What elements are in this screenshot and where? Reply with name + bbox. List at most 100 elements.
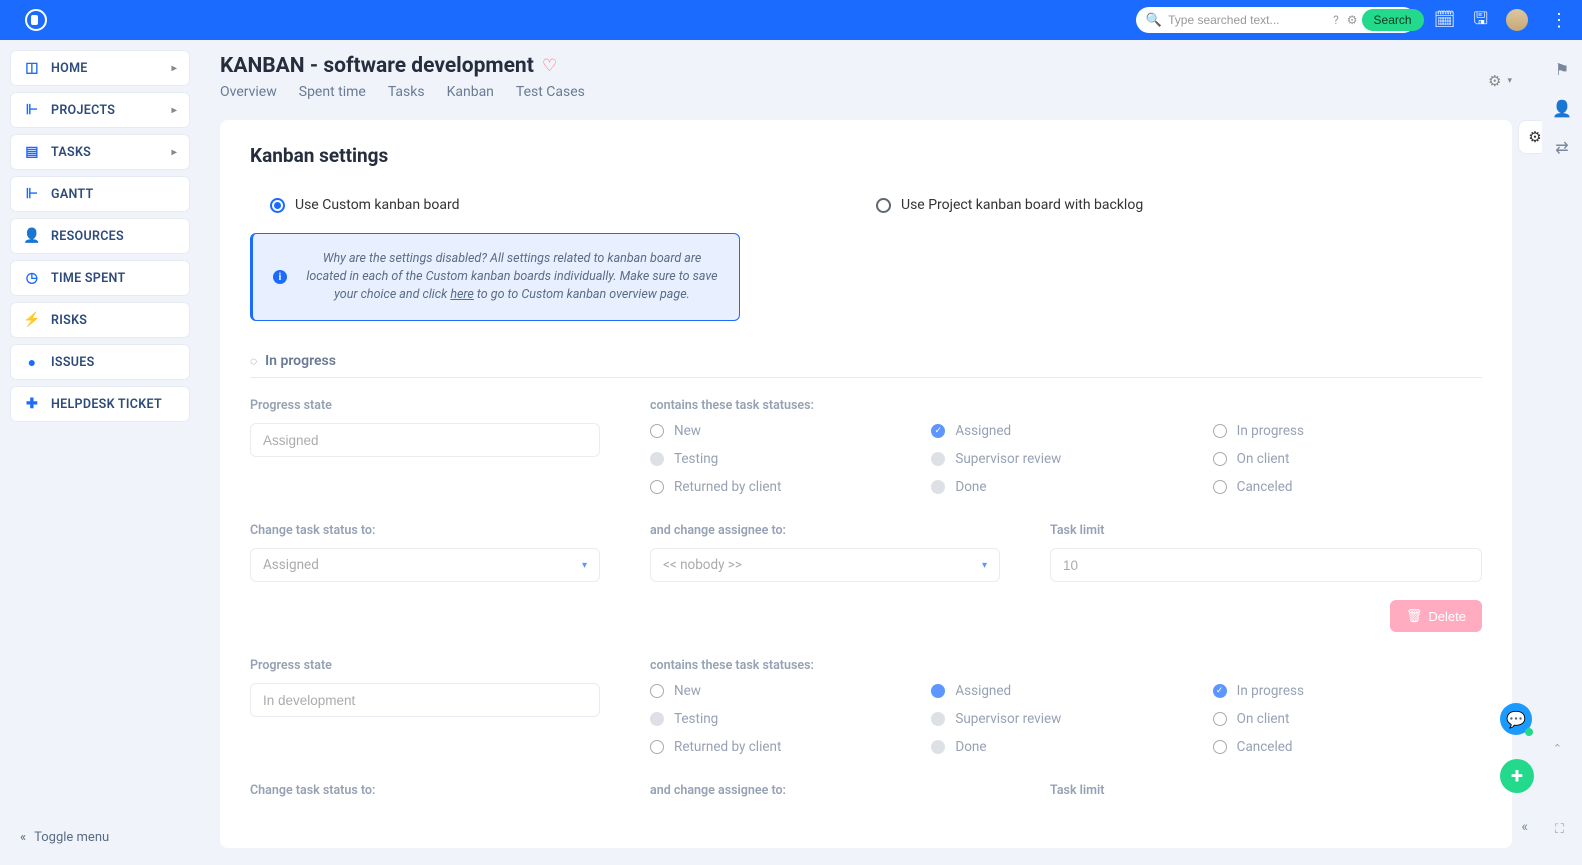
delete-row-1: 🗑 Delete: [250, 600, 1482, 632]
nav-icon: ⊩: [23, 186, 41, 202]
chevron-down-icon: ▾: [1507, 76, 1512, 86]
flag-icon[interactable]: ⚑: [1555, 60, 1569, 79]
status-option-assigned[interactable]: ✓ Assigned: [931, 423, 1200, 439]
status-option-done[interactable]: Done: [931, 739, 1200, 755]
tab-tasks[interactable]: Tasks: [388, 84, 425, 100]
status-option-testing[interactable]: Testing: [650, 711, 919, 727]
delete-button[interactable]: 🗑 Delete: [1390, 600, 1482, 632]
input-progress-state-2[interactable]: [250, 683, 600, 717]
status-option-assigned[interactable]: Assigned: [931, 683, 1200, 699]
kebab-menu-icon[interactable]: ⋮: [1546, 10, 1572, 31]
toggle-menu[interactable]: « Toggle menu: [10, 820, 190, 855]
section-label: In progress: [265, 353, 336, 369]
label-change-assignee: and change assignee to:: [650, 523, 1020, 538]
info-here-link[interactable]: here: [450, 287, 474, 302]
search-help-icon[interactable]: ?: [1329, 13, 1343, 27]
topbar-left: [10, 9, 47, 31]
status-option-in-progress[interactable]: In progress: [1213, 423, 1482, 439]
nav-label: PROJECTS: [51, 103, 115, 118]
input-task-limit-1[interactable]: [1050, 548, 1482, 582]
nav-item-risks[interactable]: ⚡RISKS: [10, 302, 190, 338]
status-option-testing[interactable]: Testing: [650, 451, 919, 467]
nav-item-tasks[interactable]: ▤TASKS▸: [10, 134, 190, 170]
status-option-supervisor-review[interactable]: Supervisor review: [931, 451, 1200, 467]
select-change-assignee-1[interactable]: << nobody >> ▾: [650, 548, 1000, 582]
nav-label: TIME SPENT: [51, 271, 125, 286]
status-indicator-icon: [1213, 452, 1227, 466]
status-option-on-client[interactable]: On client: [1213, 451, 1482, 467]
nav-label: TASKS: [51, 145, 91, 160]
board-type-radios: Use Custom kanban board Use Project kanb…: [250, 197, 1482, 233]
search-button[interactable]: Search: [1362, 9, 1424, 31]
nav-item-gantt[interactable]: ⊩GANTT: [10, 176, 190, 212]
info-box: i Why are the settings disabled? All set…: [250, 233, 740, 321]
status-label: On client: [1237, 451, 1290, 467]
status-label: In progress: [1237, 423, 1304, 439]
status-indicator-icon: [650, 684, 664, 698]
tab-overview[interactable]: Overview: [220, 84, 277, 100]
status-indicator-icon: [1213, 424, 1227, 438]
status-label: Assigned: [955, 423, 1011, 439]
radio-checked-icon: [270, 198, 285, 213]
select-change-status-1[interactable]: Assigned ▾: [250, 548, 600, 582]
status-option-on-client[interactable]: On client: [1213, 711, 1482, 727]
tab-spent-time[interactable]: Spent time: [299, 84, 366, 100]
app-logo[interactable]: [25, 9, 47, 31]
status-option-returned-by-client[interactable]: Returned by client: [650, 479, 919, 495]
status-option-new[interactable]: New: [650, 423, 919, 439]
spinner-icon: ◌: [250, 354, 257, 368]
status-indicator-icon: [931, 712, 945, 726]
status-label: In progress: [1237, 683, 1304, 699]
info-icon: i: [273, 270, 287, 284]
radio-unchecked-icon: [876, 198, 891, 213]
nav-icon: 👤: [23, 228, 41, 244]
nav-item-time-spent[interactable]: ◷TIME SPENT: [10, 260, 190, 296]
label-contains-2: contains these task statuses:: [650, 658, 1482, 673]
radio-backlog-board[interactable]: Use Project kanban board with backlog: [876, 197, 1482, 213]
chevron-down-icon: ▾: [982, 560, 987, 571]
search-filter-icon[interactable]: ⚙: [1343, 13, 1362, 27]
radio-custom-board[interactable]: Use Custom kanban board: [270, 197, 876, 213]
status-option-new[interactable]: New: [650, 683, 919, 699]
user-avatar[interactable]: [1506, 9, 1528, 31]
page-settings-dropdown[interactable]: ⚙ ▾: [1488, 54, 1512, 90]
scroll-up-icon[interactable]: ⌃: [1553, 742, 1562, 755]
heart-icon[interactable]: ♡: [542, 56, 557, 76]
adjust-icon[interactable]: ⇄: [1555, 138, 1568, 157]
page-head-left: KANBAN - software development ♡ Overview…: [220, 54, 585, 100]
status-indicator-icon: ✓: [1213, 684, 1227, 698]
search-input[interactable]: [1162, 13, 1329, 27]
label-change-status-2: Change task status to:: [250, 783, 620, 798]
collapse-icon: «: [20, 830, 26, 845]
save-icon[interactable]: 🖫: [1474, 6, 1488, 35]
tab-test-cases[interactable]: Test Cases: [516, 84, 585, 100]
nav-item-helpdesk-ticket[interactable]: ✚HELPDESK TICKET: [10, 386, 190, 422]
chat-bubble[interactable]: 💬: [1500, 703, 1532, 735]
user-search-icon[interactable]: 👤: [1552, 99, 1572, 118]
nav-item-projects[interactable]: ⊩PROJECTS▸: [10, 92, 190, 128]
calendar-icon[interactable]: 🗓: [1434, 10, 1456, 30]
status-indicator-icon: [650, 452, 664, 466]
status-option-done[interactable]: Done: [931, 479, 1200, 495]
input-progress-state-1[interactable]: [250, 423, 600, 457]
nav-item-home[interactable]: ◫HOME▸: [10, 50, 190, 86]
nav-icon: ✚: [23, 396, 41, 412]
fullscreen-icon[interactable]: ⛶: [1555, 822, 1564, 837]
nav-item-issues[interactable]: ●ISSUES: [10, 344, 190, 380]
status-option-canceled[interactable]: Canceled: [1213, 739, 1482, 755]
status-option-in-progress[interactable]: ✓ In progress: [1213, 683, 1482, 699]
panel-settings-button[interactable]: ⚙: [1518, 120, 1542, 154]
status-indicator-icon: [1213, 480, 1227, 494]
fab-add[interactable]: +: [1500, 759, 1534, 793]
status-indicator-icon: [650, 480, 664, 494]
status-option-returned-by-client[interactable]: Returned by client: [650, 739, 919, 755]
tab-kanban[interactable]: Kanban: [447, 84, 494, 100]
settings-panel: ⚙ Kanban settings Use Custom kanban boar…: [220, 120, 1512, 848]
status-option-canceled[interactable]: Canceled: [1213, 479, 1482, 495]
nav-item-resources[interactable]: 👤RESOURCES: [10, 218, 190, 254]
topbar-right: 🔍 ? ⚙ Search 🗓 🖫 ⋮: [1136, 6, 1572, 35]
status-option-supervisor-review[interactable]: Supervisor review: [931, 711, 1200, 727]
status-label: Returned by client: [674, 739, 781, 755]
status-indicator-icon: ✓: [931, 424, 945, 438]
collapse-right-icon[interactable]: «: [1521, 819, 1528, 835]
